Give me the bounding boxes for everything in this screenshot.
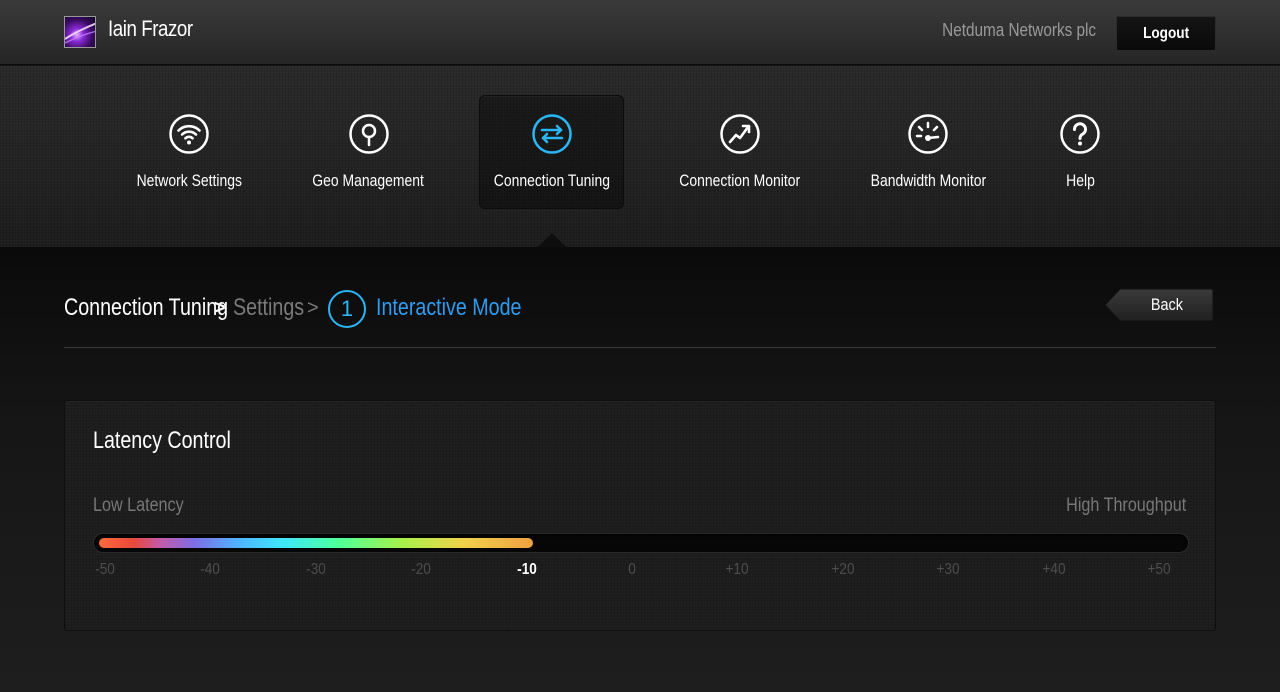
nav-label: Help: [1065, 171, 1095, 190]
logout-button[interactable]: Logout: [1116, 16, 1216, 51]
main-nav: Network Settings Geo Management Connecti…: [0, 66, 1280, 248]
trend-chart-icon: [720, 114, 760, 154]
nav-label: Connection Monitor: [679, 171, 801, 190]
user-avatar[interactable]: [64, 16, 96, 48]
top-bar: Iain Frazor Netduma Networks plc Logout: [0, 0, 1280, 65]
nav-item-bandwidth-monitor[interactable]: Bandwidth Monitor: [853, 96, 1003, 210]
nav-item-geo-management[interactable]: Geo Management: [298, 96, 438, 210]
slider-tick-label: -20: [411, 561, 432, 578]
active-tab-pointer: [538, 233, 566, 247]
slider-tick-label: 0: [628, 561, 636, 578]
slider-tick-label: +20: [831, 561, 855, 578]
nav-item-help[interactable]: Help: [1040, 96, 1120, 210]
breadcrumb-separator: >: [307, 297, 319, 319]
breadcrumb-settings[interactable]: Settings: [233, 294, 304, 322]
high-throughput-label: High Throughput: [1065, 495, 1186, 516]
slider-tick-label: -50: [95, 561, 115, 578]
panel-title: Latency Control: [93, 427, 231, 454]
breadcrumb-separator: >: [214, 297, 226, 319]
speedometer-icon: [908, 114, 948, 154]
username: Iain Frazor: [108, 16, 193, 41]
slider-tick-label: +30: [936, 561, 960, 578]
breadcrumb-root[interactable]: Connection Tuning: [64, 294, 228, 322]
section-divider: [64, 347, 1216, 348]
slider-tick-label: +10: [725, 561, 749, 578]
nav-label: Bandwidth Monitor: [870, 171, 986, 190]
back-label: Back: [1150, 295, 1184, 314]
latency-control-panel: Latency Control Low Latency High Through…: [64, 400, 1216, 631]
breadcrumb-current: Interactive Mode: [376, 294, 522, 321]
breadcrumb: Connection Tuning > Settings > 1 Interac…: [64, 286, 764, 330]
step-number-badge: 1: [328, 290, 366, 328]
location-pin-icon: [349, 114, 389, 154]
slider-tick-label: +50: [1147, 561, 1171, 578]
low-latency-label: Low Latency: [93, 495, 184, 516]
company-name: Netduma Networks plc: [942, 20, 1096, 40]
nav-item-connection-tuning[interactable]: Connection Tuning: [479, 95, 624, 209]
latency-slider-track[interactable]: [93, 533, 1189, 553]
transfer-arrows-icon: [532, 114, 572, 154]
question-mark-icon: [1060, 114, 1100, 154]
nav-item-connection-monitor[interactable]: Connection Monitor: [665, 96, 815, 210]
nav-label: Geo Management: [312, 171, 424, 190]
logout-label: Logout: [1142, 25, 1190, 42]
nav-item-network-settings[interactable]: Network Settings: [119, 96, 259, 210]
latency-slider-fill[interactable]: [99, 538, 533, 548]
back-button[interactable]: Back: [1104, 288, 1214, 322]
nav-label: Network Settings: [136, 171, 242, 190]
slider-tick-label: +40: [1042, 561, 1066, 578]
wifi-icon: [169, 114, 209, 154]
slider-tick-label: -40: [200, 561, 221, 578]
nav-label: Connection Tuning: [493, 171, 610, 190]
slider-tick-label: -10: [516, 561, 537, 578]
slider-tick-label: -30: [305, 561, 326, 578]
